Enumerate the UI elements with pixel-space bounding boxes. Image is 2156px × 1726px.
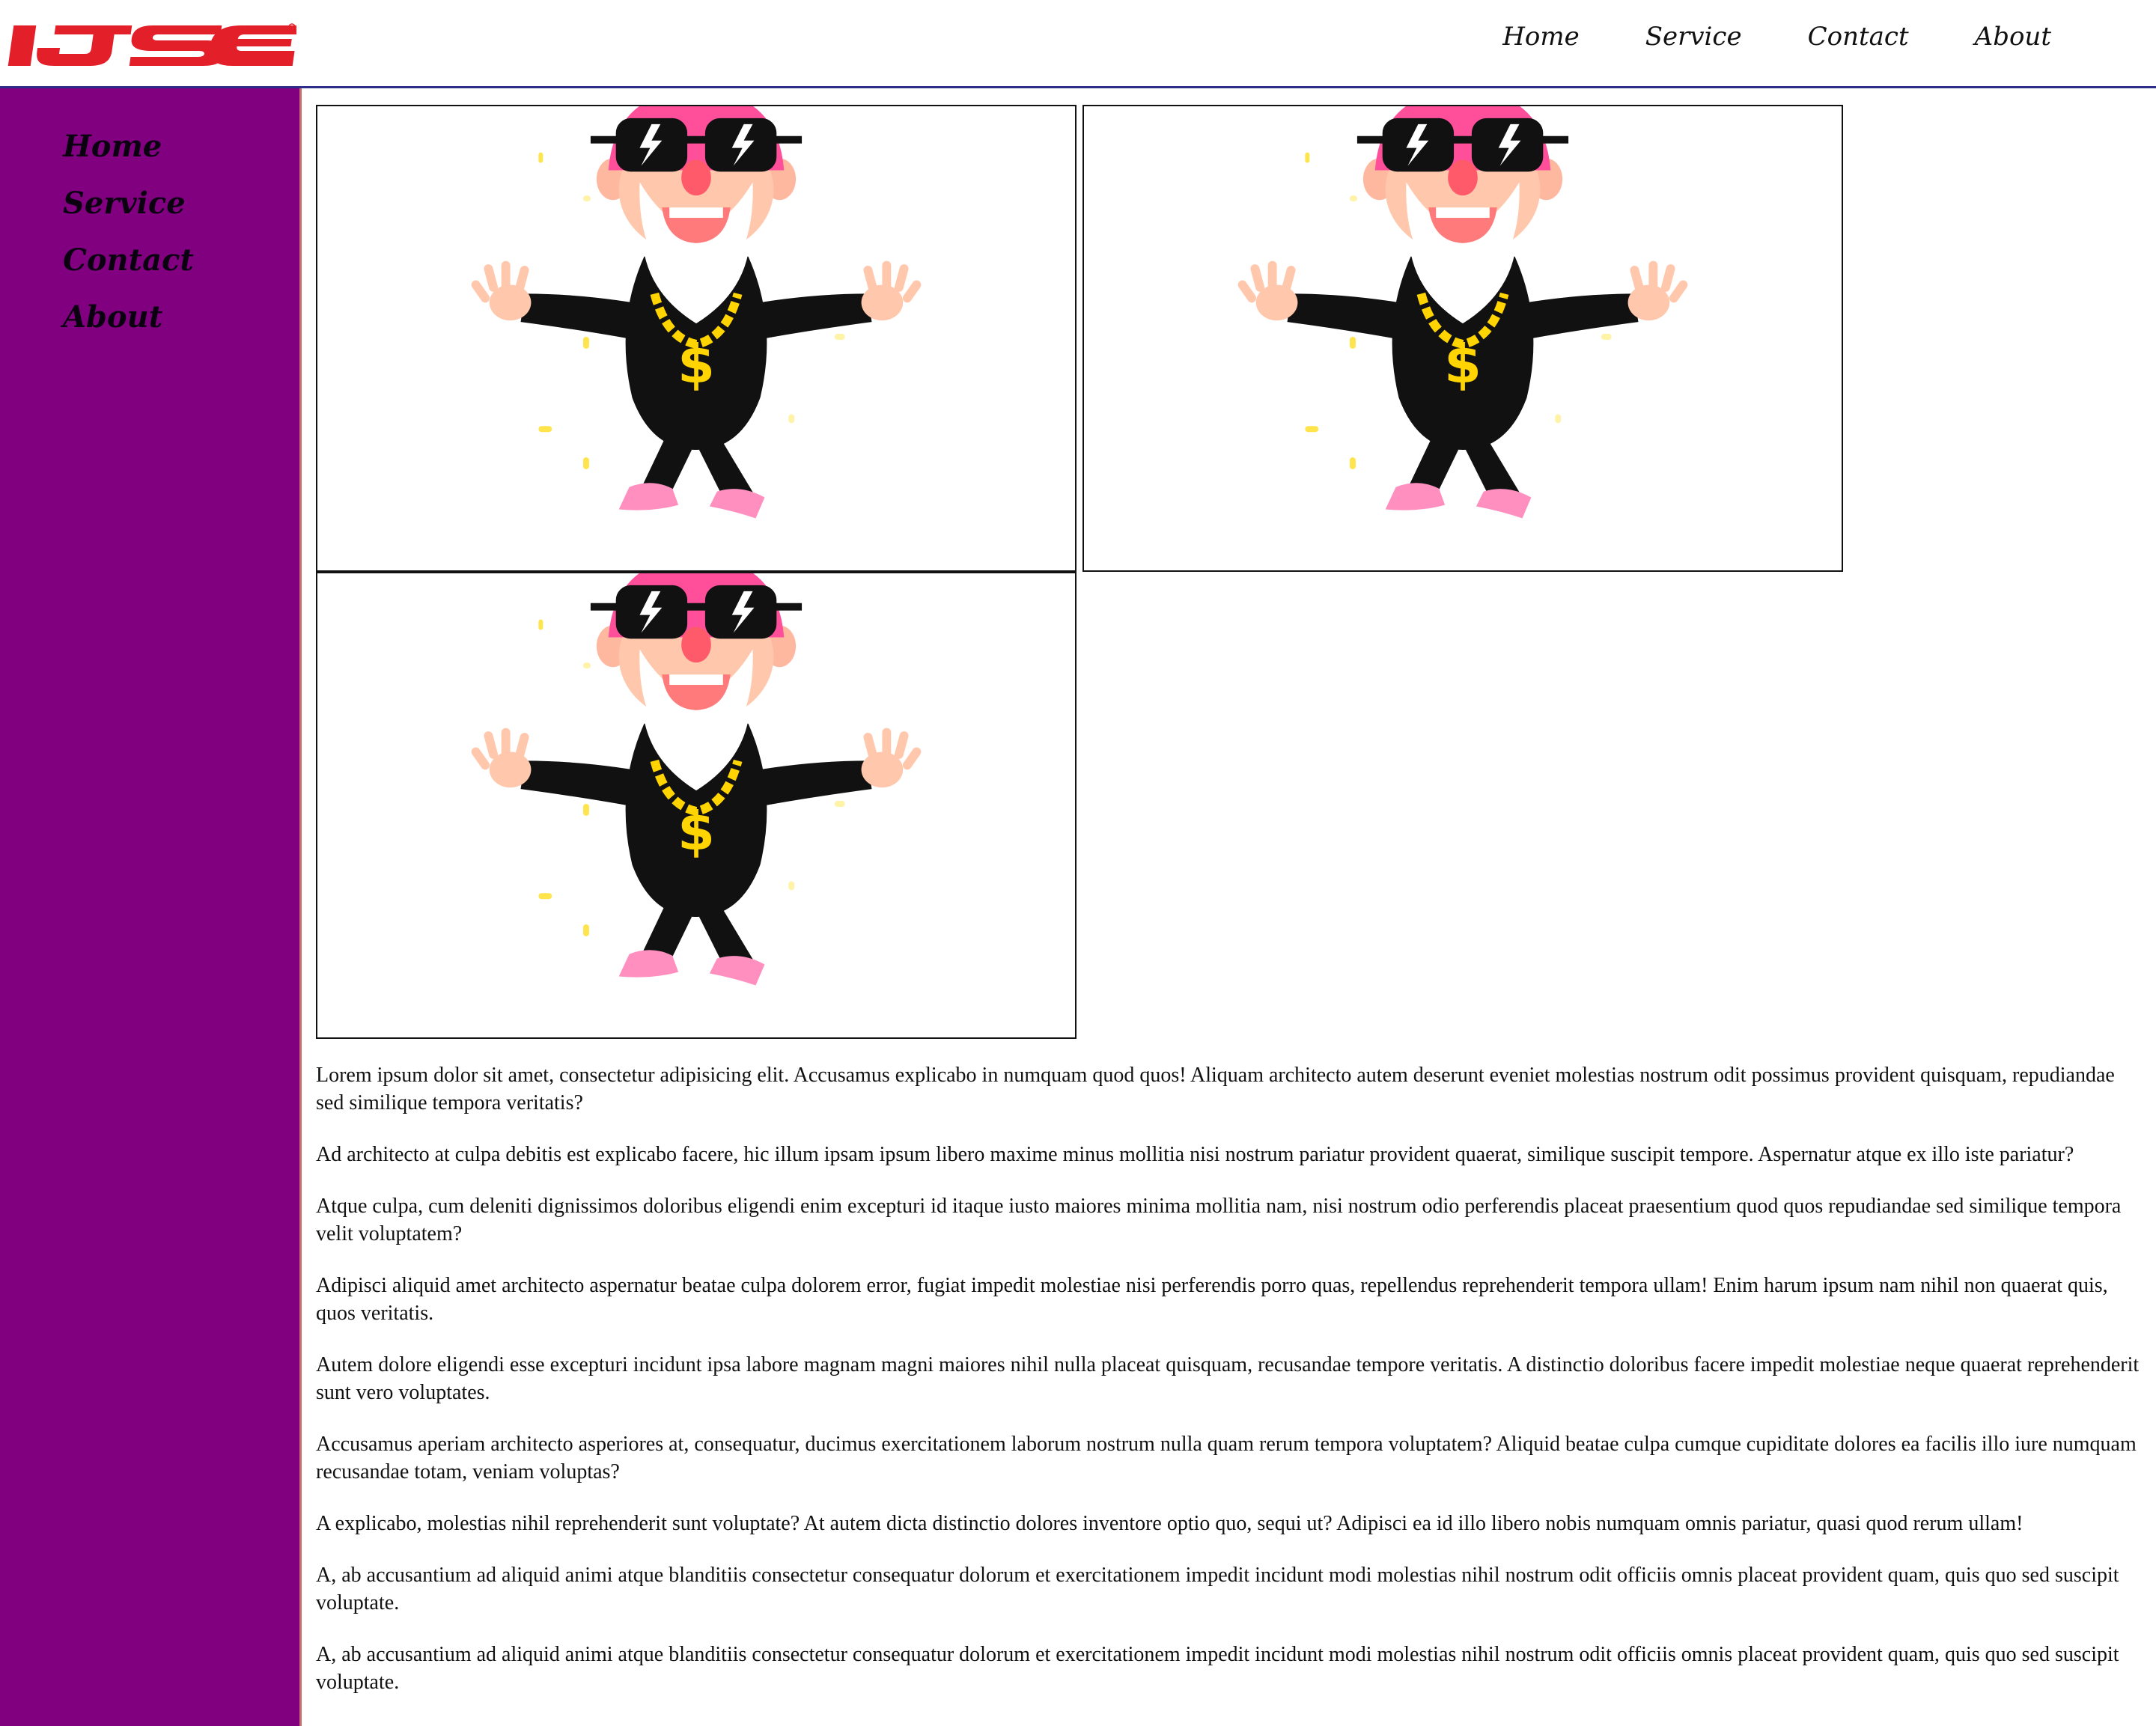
sidebar-item-about[interactable]: About: [63, 289, 299, 346]
ijse-logo[interactable]: [4, 16, 296, 70]
paragraph: Ad architecto at culpa debitis est expli…: [316, 1143, 2074, 1166]
gnome-illustration: $: [1237, 106, 1688, 519]
paragraph: Adipisci aliquid amet architecto asperna…: [316, 1274, 2108, 1325]
topnav-contact-link[interactable]: Contact: [1775, 18, 1942, 55]
paragraph: A, ab accusantium ad aliquid animi atque…: [316, 1643, 2119, 1694]
topnav-service-link[interactable]: Service: [1613, 18, 1775, 55]
sidebar-item-contact[interactable]: Contact: [63, 232, 299, 289]
sidebar-item-home[interactable]: Home: [63, 118, 299, 175]
gnome-illustration: $: [471, 573, 922, 986]
svg-text:$: $: [1444, 334, 1482, 396]
main-content: $ $ $ Lorem ipsum dolor sit amet, consec…: [316, 105, 2143, 1720]
sidebar: Home Service Contact About: [0, 88, 302, 1726]
gallery-image-1[interactable]: $: [316, 105, 1077, 572]
image-gallery: $ $ $: [316, 105, 1843, 1039]
svg-text:$: $: [677, 334, 715, 396]
paragraph: Lorem ipsum dolor sit amet, consectetur …: [316, 1064, 2115, 1114]
site-header: Home Service Contact About: [0, 0, 2156, 88]
gallery-image-3[interactable]: $: [316, 572, 1077, 1039]
paragraph: A, ab accusantium ad aliquid animi atque…: [316, 1564, 2119, 1614]
article-text: Lorem ipsum dolor sit amet, consectetur …: [316, 1061, 2143, 1696]
gnome-illustration: $: [471, 106, 922, 519]
paragraph: Autem dolore eligendi esse excepturi inc…: [316, 1353, 2140, 1404]
sidebar-item-service[interactable]: Service: [63, 175, 299, 232]
svg-text:$: $: [677, 801, 715, 863]
paragraph: Atque culpa, cum deleniti dignissimos do…: [316, 1195, 2122, 1245]
paragraph: Accusamus aperiam architecto asperiores …: [316, 1433, 2137, 1483]
top-navigation: Home Service Contact About: [1470, 18, 2084, 55]
paragraph: A explicabo, molestias nihil reprehender…: [316, 1512, 2023, 1535]
gallery-image-2[interactable]: $: [1082, 105, 1843, 572]
sidebar-menu: Home Service Contact About: [0, 88, 299, 346]
topnav-about-link[interactable]: About: [1942, 18, 2084, 55]
topnav-home-link[interactable]: Home: [1470, 18, 1612, 55]
